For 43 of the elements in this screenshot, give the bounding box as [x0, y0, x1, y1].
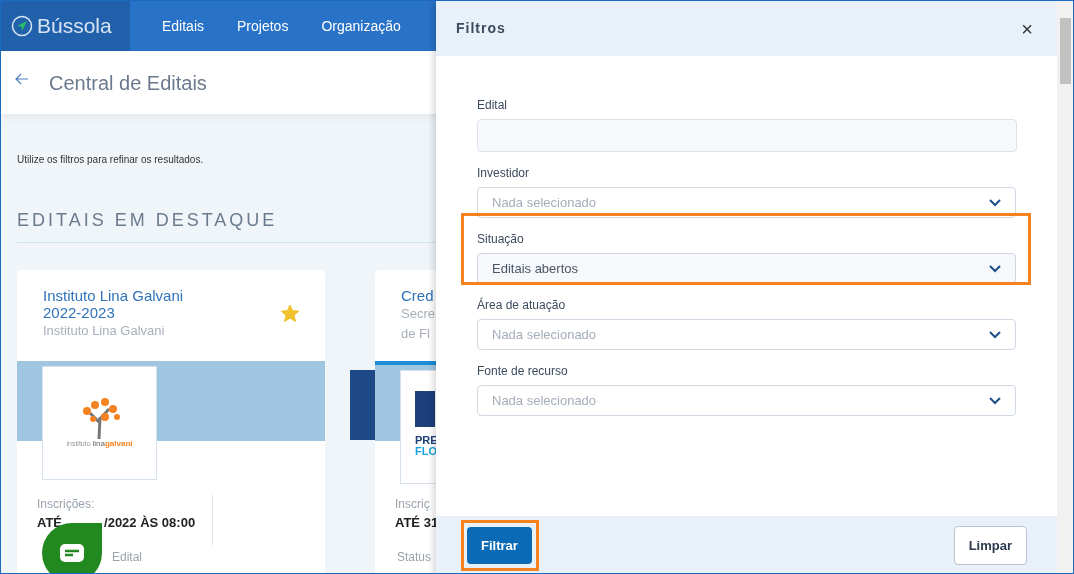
clear-button[interactable]: Limpar [953, 525, 1027, 566]
field-label: Edital [477, 97, 509, 114]
nav-link[interactable]: Editais [162, 15, 205, 37]
brand-logo[interactable]: Bússola [1, 1, 130, 51]
nav-link[interactable]: Organização [321, 15, 401, 37]
card-subtitle: Instituto Lina Galvani [43, 322, 166, 340]
scrollbar[interactable] [1057, 1, 1073, 573]
registration-date: ATÉ [37, 514, 63, 532]
nav-link[interactable]: Projetos [237, 15, 289, 37]
field-label: Investidor [477, 165, 531, 182]
registration-date: /2022 ÀS 08:00 [104, 514, 196, 532]
scrollbar-thumb[interactable] [1060, 18, 1071, 84]
card-title[interactable]: Cred [401, 287, 435, 304]
brand-name: Bússola [37, 13, 112, 40]
status-label: Status [397, 549, 433, 566]
registration-label: Inscrições: [37, 496, 96, 513]
back-arrow-icon[interactable] [15, 72, 29, 85]
chevron-down-icon [989, 198, 1001, 207]
filter-button[interactable]: Filtrar [467, 526, 532, 565]
logo-text: PRE [415, 435, 438, 446]
registration-label: Inscriç [395, 496, 431, 513]
card-subtitle: Secre de Fl [401, 305, 435, 343]
status-label: Edital [112, 549, 144, 566]
page-title: Central de Editais [49, 70, 207, 95]
drawer-title: Filtros [456, 19, 506, 38]
logo-mark-icon [415, 391, 435, 427]
logo-text: FLO [415, 446, 437, 457]
select-field[interactable]: Editais abertos [477, 253, 1016, 284]
input-field[interactable] [477, 119, 1017, 152]
compass-icon [11, 15, 33, 37]
chevron-down-icon [989, 396, 1001, 405]
section-title: EDITAIS EM DESTAQUE [17, 209, 279, 232]
star-icon[interactable] [281, 305, 299, 322]
close-button[interactable]: × [1017, 18, 1037, 39]
chevron-down-icon [989, 330, 1001, 339]
hint-text: Utilize os filtros para refinar os resultados. [17, 153, 205, 167]
registration-date: ATÉ 31 [395, 514, 439, 532]
chat-icon [59, 543, 85, 563]
field-label: Área de atuação [477, 296, 567, 314]
field-label: Fonte de recurso [477, 363, 569, 380]
card-title[interactable]: Instituto Lina Galvani 2022-2023 [43, 287, 184, 321]
chevron-down-icon [989, 264, 1001, 273]
field-label: Situação [477, 231, 525, 248]
